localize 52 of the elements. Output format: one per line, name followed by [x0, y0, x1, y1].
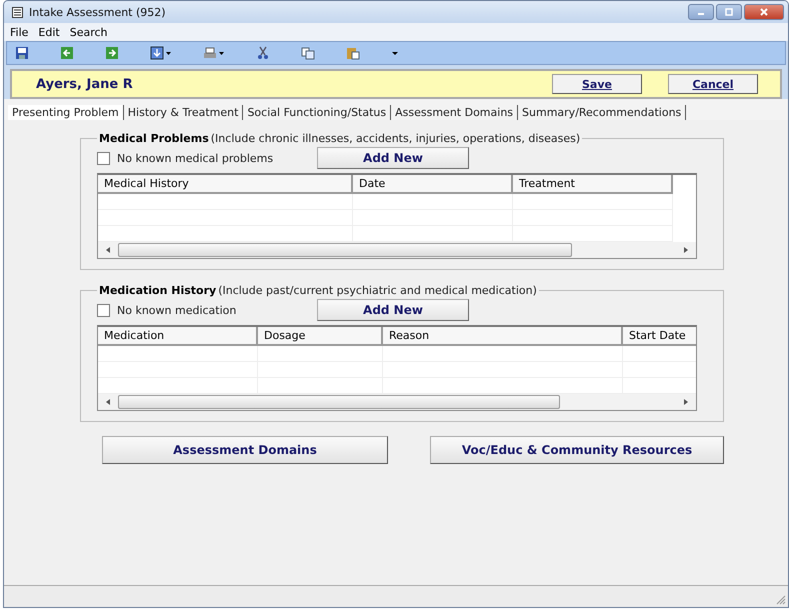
scroll-right-icon[interactable] [682, 398, 690, 406]
navigation-button[interactable]: Voc/Educ & Community Resources [430, 436, 724, 464]
scrollbar-thumb[interactable] [118, 243, 572, 257]
group-title: Medical Problems [99, 132, 209, 145]
column-header[interactable]: Treatment [513, 175, 673, 194]
copy-icon[interactable] [301, 46, 315, 60]
group-title: Medication History [99, 284, 216, 297]
back-arrow-icon[interactable] [60, 46, 74, 60]
app-icon [12, 6, 23, 18]
close-button[interactable] [744, 4, 784, 20]
checkbox-label: No known medication [117, 304, 236, 316]
menu-item[interactable]: File [10, 26, 28, 38]
close-icon [759, 8, 769, 16]
add-new-button[interactable]: Add New [317, 299, 469, 321]
checkbox-label: No known medical problems [117, 152, 274, 164]
scroll-left-icon[interactable] [104, 398, 112, 406]
horizontal-scrollbar[interactable] [98, 394, 696, 410]
minimize-button[interactable] [688, 4, 714, 20]
paste-icon[interactable] [346, 46, 360, 60]
checkbox[interactable]: No known medication [97, 304, 293, 316]
client-name: Ayers, Jane R [36, 76, 133, 92]
header-button[interactable]: Save [552, 74, 642, 94]
menu-item[interactable]: Edit [38, 26, 60, 38]
column-header[interactable]: Start Date [623, 327, 696, 346]
maximize-button[interactable] [716, 4, 742, 20]
maximize-icon [724, 8, 734, 16]
column-header[interactable]: Dosage [258, 327, 383, 346]
group-note: (Include past/current psychiatric and medical medication) [218, 284, 537, 297]
checkbox-box[interactable] [97, 152, 110, 164]
checkbox[interactable]: No known medical problems [97, 152, 293, 164]
column-header[interactable]: Medical History [98, 175, 353, 194]
export-dropdown-icon[interactable] [150, 46, 172, 60]
save-icon[interactable] [15, 46, 29, 60]
horizontal-scrollbar[interactable] [98, 242, 696, 258]
menu-item[interactable]: Search [70, 26, 108, 38]
column-header[interactable]: Reason [383, 327, 623, 346]
add-new-button[interactable]: Add New [317, 147, 469, 169]
scroll-right-icon[interactable] [682, 246, 690, 254]
scissors-icon[interactable] [256, 46, 270, 60]
header-button[interactable]: Cancel [668, 74, 758, 94]
resize-grip-icon[interactable] [776, 595, 786, 605]
column-header[interactable]: Medication [98, 327, 258, 346]
checkbox-box[interactable] [97, 304, 110, 316]
column-header[interactable]: Date [353, 175, 513, 194]
scrollbar-thumb[interactable] [118, 395, 560, 409]
print-dropdown-icon[interactable] [203, 46, 225, 60]
navigation-button[interactable]: Assessment Domains [102, 436, 388, 464]
window-title: Intake Assessment (952) [29, 6, 166, 18]
group-note: (Include chronic illnesses, accidents, injuries, operations, diseases) [210, 132, 580, 145]
scroll-left-icon[interactable] [104, 246, 112, 254]
forward-arrow-icon[interactable] [105, 46, 119, 60]
tab[interactable]: Presenting Problem [8, 105, 124, 120]
